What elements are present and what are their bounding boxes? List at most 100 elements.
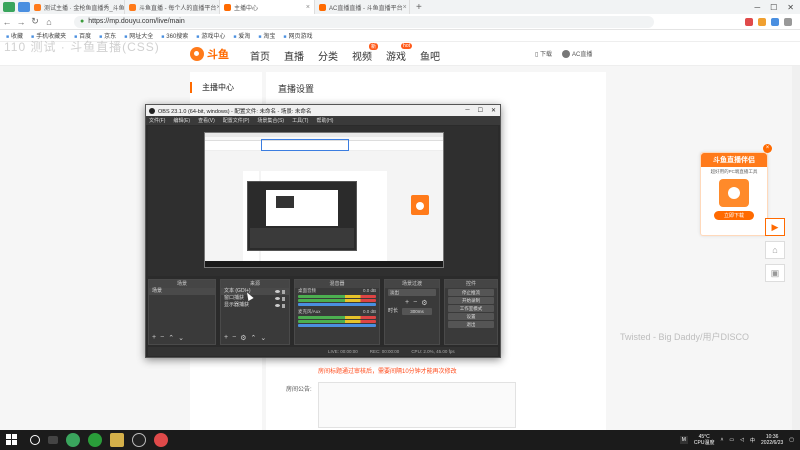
- stop-stream-button[interactable]: 停止推流: [448, 289, 494, 296]
- menu-icon[interactable]: [784, 17, 792, 26]
- maximize-icon[interactable]: ☐: [478, 107, 483, 114]
- home-icon[interactable]: ⌂: [42, 17, 56, 27]
- add-icon[interactable]: +: [152, 334, 156, 342]
- bookmark-item[interactable]: 网页游戏: [283, 31, 312, 40]
- search-icon[interactable]: [30, 435, 40, 445]
- tab-close-icon[interactable]: ×: [306, 4, 310, 11]
- gear-icon[interactable]: ⚙: [240, 334, 246, 342]
- nav-games[interactable]: 游戏 hot: [386, 43, 412, 63]
- forward-icon[interactable]: →: [14, 17, 28, 27]
- taskview-icon[interactable]: [48, 436, 58, 444]
- start-recording-button[interactable]: 开始录制: [448, 297, 494, 304]
- browser-logo-icon[interactable]: [3, 2, 15, 12]
- extension-icon[interactable]: [758, 17, 766, 26]
- promo-card[interactable]: 斗鱼直播伴侣 超好用的PC端直播工具 立即下载: [700, 152, 768, 236]
- lock-icon[interactable]: [282, 303, 285, 308]
- nav-category[interactable]: 分类: [318, 48, 338, 63]
- windows-start-icon[interactable]: [6, 434, 18, 446]
- tab-close-icon[interactable]: ×: [403, 4, 407, 11]
- lock-icon[interactable]: [282, 296, 285, 301]
- menu-tools[interactable]: 工具(T): [292, 117, 308, 124]
- user-menu[interactable]: AC直播: [562, 49, 592, 59]
- bookmark-item[interactable]: 爱淘: [233, 31, 250, 40]
- app-folder-icon[interactable]: [110, 433, 124, 447]
- promo-close-icon[interactable]: ×: [763, 144, 772, 153]
- weather-widget[interactable]: 45°C CPU温度: [694, 434, 715, 446]
- nav-live[interactable]: 直播: [284, 48, 304, 63]
- network-icon[interactable]: ▭: [729, 437, 734, 443]
- duration-input[interactable]: 300ms: [402, 308, 433, 315]
- source-item[interactable]: 窗口捕获: [221, 295, 289, 302]
- minimize-icon[interactable]: ─: [465, 107, 469, 114]
- settings-button[interactable]: 设置: [448, 313, 494, 320]
- browser-refresh-icon[interactable]: [18, 2, 30, 12]
- play-icon[interactable]: ▶: [765, 218, 785, 236]
- obs-preview[interactable]: [148, 126, 498, 276]
- up-icon[interactable]: ⌃: [250, 334, 256, 342]
- menu-profile[interactable]: 配置文件(P): [223, 117, 250, 124]
- exit-button[interactable]: 退出: [448, 321, 494, 328]
- source-item[interactable]: 显示器捕获: [221, 302, 289, 309]
- notification-icon[interactable]: ▢: [789, 437, 794, 443]
- bookmark-item[interactable]: 淘宝: [258, 31, 275, 40]
- close-window-icon[interactable]: ✕: [491, 107, 496, 114]
- add-icon[interactable]: +: [405, 299, 409, 307]
- menu-view[interactable]: 查看(V): [198, 117, 215, 124]
- bookmark-item[interactable]: 游戏中心: [196, 31, 225, 40]
- preview-selection-box[interactable]: [261, 139, 349, 151]
- browser-tab-4[interactable]: AC直播直播 - 斗鱼直播平台 ×: [315, 0, 410, 14]
- promo-download-button[interactable]: 立即下载: [714, 211, 754, 220]
- lock-icon[interactable]: [282, 289, 285, 294]
- remove-icon[interactable]: −: [413, 299, 417, 307]
- new-tab-button[interactable]: +: [416, 2, 422, 13]
- menu-scene-collection[interactable]: 场景集合(S): [257, 117, 284, 124]
- reload-icon[interactable]: ↻: [28, 16, 42, 27]
- bookmark-item[interactable]: 360搜索: [161, 31, 188, 40]
- add-icon[interactable]: +: [224, 334, 228, 342]
- scene-item[interactable]: 场景: [149, 288, 215, 295]
- down-icon[interactable]: ⌄: [260, 334, 266, 342]
- page-scrollbar[interactable]: [792, 66, 800, 430]
- notice-textarea[interactable]: [318, 382, 516, 428]
- obs-title-bar[interactable]: OBS 23.1.0 (64-bit, windows) - 配置文件: 未命名…: [146, 105, 500, 116]
- home-float-icon[interactable]: ⌂: [765, 241, 785, 259]
- download-link[interactable]: ▯ 下载: [535, 49, 552, 58]
- minimize-icon[interactable]: ─: [754, 3, 760, 12]
- url-input[interactable]: ● https://mp.douyu.com/live/main: [74, 15, 654, 28]
- nav-home[interactable]: 首页: [250, 48, 270, 63]
- maximize-icon[interactable]: ☐: [770, 3, 777, 12]
- volume-icon[interactable]: ◁: [740, 437, 744, 443]
- eye-icon[interactable]: [275, 304, 280, 307]
- gear-icon[interactable]: ⚙: [421, 299, 427, 307]
- remove-icon[interactable]: −: [232, 334, 236, 342]
- browser-tab-3[interactable]: 主播中心 ×: [220, 0, 315, 14]
- sidebar-title[interactable]: 主播中心: [190, 82, 262, 93]
- obs-window[interactable]: OBS 23.1.0 (64-bit, windows) - 配置文件: 未命名…: [145, 104, 501, 358]
- transition-select[interactable]: 淡出: [388, 289, 436, 296]
- browser-tab-1[interactable]: 测试主播 · 金枪鱼直播秀_斗鱼直播×: [30, 0, 125, 14]
- menu-help[interactable]: 帮助(H): [316, 117, 333, 124]
- app-browser-icon[interactable]: [154, 433, 168, 447]
- remove-icon[interactable]: −: [160, 334, 164, 342]
- extension-icon[interactable]: [745, 17, 753, 26]
- ime-icon[interactable]: 中: [750, 437, 755, 444]
- volume-slider[interactable]: [298, 303, 376, 306]
- menu-file[interactable]: 文件(F): [149, 117, 165, 124]
- app-obs-icon[interactable]: [132, 433, 146, 447]
- site-logo[interactable]: 斗鱼: [190, 46, 229, 62]
- up-icon[interactable]: ⌃: [168, 334, 174, 342]
- studio-mode-button[interactable]: 工作室模式: [448, 305, 494, 312]
- app-float-icon[interactable]: ▣: [765, 264, 785, 282]
- back-icon[interactable]: ←: [0, 17, 14, 27]
- app-player-icon[interactable]: [88, 433, 102, 447]
- nav-fishbar[interactable]: 鱼吧: [420, 48, 440, 63]
- menu-edit[interactable]: 编辑(E): [173, 117, 190, 124]
- tray-arrow-icon[interactable]: ˄: [720, 437, 723, 443]
- eye-icon[interactable]: [275, 290, 280, 293]
- close-window-icon[interactable]: ✕: [787, 3, 794, 12]
- nav-video[interactable]: 视频 新: [352, 43, 378, 63]
- input-method[interactable]: M: [679, 436, 688, 444]
- volume-slider[interactable]: [298, 324, 376, 327]
- clock[interactable]: 10:36 2022/6/23: [761, 434, 783, 446]
- eye-icon[interactable]: [275, 297, 280, 300]
